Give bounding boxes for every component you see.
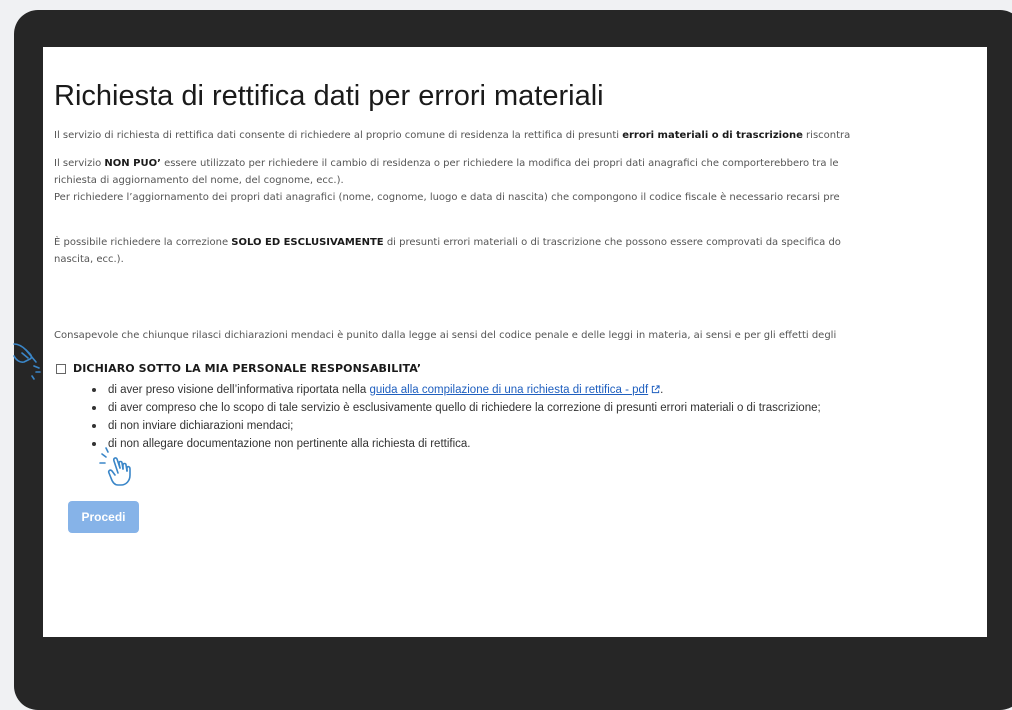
declaration-label: DICHIARO SOTTO LA MIA PERSONALE RESPONSA… xyxy=(73,362,422,375)
scope-paragraph: È possibile richiedere la correzione SOL… xyxy=(54,237,841,265)
declaration-checkbox[interactable] xyxy=(56,363,66,374)
awareness-paragraph: Consapevole che chiunque rilasci dichiar… xyxy=(54,330,837,341)
list-item: di aver compreso che lo scopo di tale se… xyxy=(90,399,821,417)
intro-paragraph: Il servizio di richiesta di rettifica da… xyxy=(54,130,851,141)
external-link-icon[interactable] xyxy=(651,385,660,394)
procedi-button[interactable]: Procedi xyxy=(68,501,139,533)
page-title: Richiesta di rettifica dati per errori m… xyxy=(54,80,604,112)
declaration-row[interactable]: DICHIARO SOTTO LA MIA PERSONALE RESPONSA… xyxy=(54,362,421,375)
list-item: di aver preso visione dell’informativa r… xyxy=(90,381,821,399)
list-item: di non inviare dichiarazioni mendaci; xyxy=(90,417,821,435)
declaration-list: di aver preso visione dell’informativa r… xyxy=(90,381,821,453)
guide-pdf-link[interactable]: guida alla compilazione di una richiesta… xyxy=(369,384,648,396)
browser-viewport: Richiesta di rettifica dati per errori m… xyxy=(43,47,987,637)
restriction-paragraph: Il servizio NON PUO’ essere utilizzato p… xyxy=(54,158,840,203)
list-item: di non allegare documentazione non perti… xyxy=(90,435,821,453)
